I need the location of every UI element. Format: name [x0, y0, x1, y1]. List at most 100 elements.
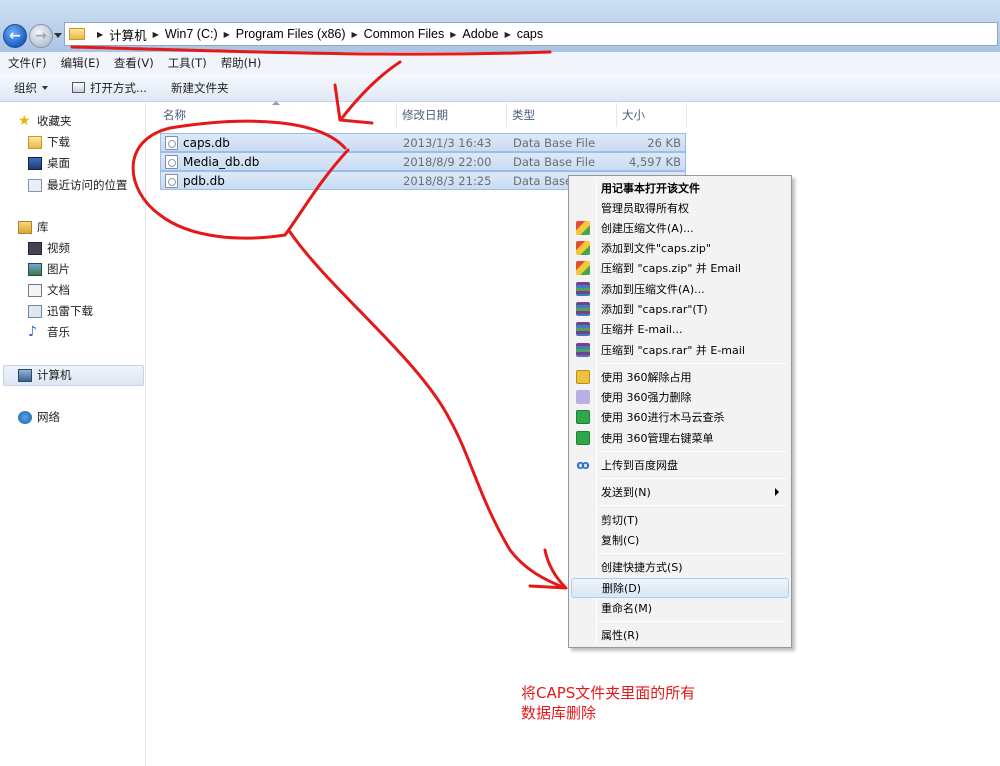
- file-modified: 2013/1/3 16:43: [403, 135, 492, 150]
- sidebar-item-computer[interactable]: 计算机: [18, 366, 72, 384]
- breadcrumb-chevron-icon[interactable]: ▶: [505, 30, 511, 39]
- sidebar-item-libraries[interactable]: 库: [18, 218, 49, 236]
- menu-label: 上传到百度网盘: [601, 459, 678, 472]
- menu-label: 添加到压缩文件(A)...: [601, 283, 705, 296]
- breadcrumb-chevron-icon[interactable]: ▶: [352, 30, 358, 39]
- 360-security-icon: [576, 410, 590, 424]
- winzip-icon: [576, 221, 590, 235]
- menu-item-rename[interactable]: 重命名(M): [571, 598, 789, 618]
- 360-unlock-icon: [576, 370, 590, 384]
- breadcrumb-drive[interactable]: Win7 (C:): [165, 27, 218, 41]
- menu-item-create-archive[interactable]: 创建压缩文件(A)...: [571, 218, 789, 238]
- breadcrumb-adobe[interactable]: Adobe: [462, 27, 498, 41]
- menu-item-properties[interactable]: 属性(R): [571, 625, 789, 645]
- menu-label: 添加到文件"caps.zip": [601, 242, 711, 255]
- file-name-cell: Media_db.db: [161, 154, 397, 169]
- menu-label: 创建压缩文件(A)...: [601, 222, 694, 235]
- menu-tools[interactable]: 工具(T): [168, 55, 207, 71]
- menu-item-create-shortcut[interactable]: 创建快捷方式(S): [571, 557, 789, 577]
- annotation-note: 将CAPS文件夹里面的所有 数据库删除: [521, 683, 695, 723]
- breadcrumb: ▶ 计算机 ▶ Win7 (C:) ▶ Program Files (x86) …: [93, 25, 543, 44]
- back-arrow-icon: ←: [9, 28, 21, 44]
- menu-label: 添加到 "caps.rar"(T): [601, 303, 708, 316]
- sidebar-item-downloads[interactable]: 下载: [28, 133, 70, 151]
- menu-item-360-scan[interactable]: 使用 360进行木马云查杀: [571, 407, 789, 427]
- breadcrumb-computer[interactable]: 计算机: [109, 25, 147, 44]
- sidebar-item-music[interactable]: ♪ 音乐: [28, 323, 70, 341]
- open-with-label: 打开方式...: [90, 80, 147, 95]
- menu-view[interactable]: 查看(V): [114, 55, 154, 71]
- sidebar-label: 桌面: [47, 156, 70, 170]
- libraries-icon: [18, 220, 32, 234]
- menu-item-360-force-delete[interactable]: 使用 360强力删除: [571, 387, 789, 407]
- column-header-name[interactable]: 名称: [147, 103, 397, 127]
- breadcrumb-chevron-icon[interactable]: ▶: [224, 30, 230, 39]
- menu-separator: [599, 363, 787, 364]
- menu-item-copy[interactable]: 复制(C): [571, 530, 789, 550]
- menu-item-cut[interactable]: 剪切(T): [571, 510, 789, 530]
- column-header-size[interactable]: 大小: [617, 103, 687, 127]
- breadcrumb-caps[interactable]: caps: [517, 27, 543, 41]
- menu-item-360-manage[interactable]: 使用 360管理右键菜单: [571, 428, 789, 448]
- breadcrumb-program-files[interactable]: Program Files (x86): [236, 27, 346, 41]
- organize-button[interactable]: 组织: [14, 80, 48, 96]
- address-bar[interactable]: ▶ 计算机 ▶ Win7 (C:) ▶ Program Files (x86) …: [64, 22, 998, 46]
- menu-file[interactable]: 文件(F): [8, 55, 47, 71]
- breadcrumb-chevron-icon[interactable]: ▶: [450, 30, 456, 39]
- breadcrumb-chevron-icon[interactable]: ▶: [153, 30, 159, 39]
- menu-edit[interactable]: 编辑(E): [61, 55, 100, 71]
- menu-help[interactable]: 帮助(H): [221, 55, 262, 71]
- breadcrumb-common-files[interactable]: Common Files: [364, 27, 445, 41]
- videos-icon: [28, 241, 42, 255]
- recent-pages-dropdown[interactable]: [54, 33, 62, 38]
- sidebar-item-network[interactable]: 网络: [18, 408, 60, 426]
- menu-label: 重命名(M): [601, 602, 653, 615]
- menu-item-add-to-zip[interactable]: 添加到文件"caps.zip": [571, 238, 789, 258]
- file-row[interactable]: caps.db 2013/1/3 16:43 Data Base File 26…: [160, 133, 686, 152]
- menu-separator: [599, 505, 787, 506]
- sidebar-label: 文档: [47, 283, 70, 297]
- column-header-modified[interactable]: 修改日期: [397, 103, 507, 127]
- column-header-type[interactable]: 类型: [507, 103, 617, 127]
- menu-item-add-archive[interactable]: 添加到压缩文件(A)...: [571, 279, 789, 299]
- sidebar-item-desktop[interactable]: 桌面: [28, 154, 70, 172]
- sidebar-item-pictures[interactable]: 图片: [28, 260, 70, 278]
- menu-item-send-to[interactable]: 发送到(N): [571, 482, 789, 502]
- menu-item-compress-email[interactable]: 压缩并 E-mail...: [571, 319, 789, 339]
- winrar-icon: [576, 302, 590, 316]
- menu-item-add-to-rar[interactable]: 添加到 "caps.rar"(T): [571, 299, 789, 319]
- breadcrumb-chevron-icon[interactable]: ▶: [97, 30, 103, 39]
- menu-item-open-notepad[interactable]: 用记事本打开该文件: [571, 178, 789, 198]
- forward-button[interactable]: →: [29, 24, 53, 48]
- menu-item-rar-email[interactable]: 压缩到 "caps.rar" 并 E-mail: [571, 340, 789, 360]
- back-button[interactable]: ←: [3, 24, 27, 48]
- sidebar-item-favorites[interactable]: ★ 收藏夹: [18, 112, 72, 130]
- new-folder-button[interactable]: 新建文件夹: [171, 80, 229, 96]
- open-with-button[interactable]: 打开方式...: [72, 80, 147, 96]
- file-type: Data Base File: [513, 135, 596, 150]
- context-menu: 用记事本打开该文件 管理员取得所有权 创建压缩文件(A)... 添加到文件"ca…: [568, 175, 792, 648]
- menu-label: 管理员取得所有权: [601, 202, 689, 215]
- sidebar-item-documents[interactable]: 文档: [28, 281, 70, 299]
- sidebar-item-thunder[interactable]: 迅雷下载: [28, 302, 93, 320]
- menu-item-take-ownership[interactable]: 管理员取得所有权: [571, 198, 789, 218]
- menu-item-delete[interactable]: 删除(D): [571, 578, 789, 598]
- file-type: Data Base File: [513, 154, 596, 169]
- menu-item-zip-email[interactable]: 压缩到 "caps.zip" 并 Email: [571, 258, 789, 278]
- sidebar-item-videos[interactable]: 视频: [28, 239, 70, 257]
- winzip-icon: [576, 241, 590, 255]
- annotation-note-line: 数据库删除: [521, 704, 597, 722]
- file-modified: 2018/8/9 22:00: [403, 154, 492, 169]
- file-row[interactable]: Media_db.db 2018/8/9 22:00 Data Base Fil…: [160, 152, 686, 171]
- menu-label: 使用 360进行木马云查杀: [601, 411, 725, 424]
- file-modified: 2018/8/3 21:25: [403, 173, 492, 188]
- pictures-icon: [28, 262, 42, 276]
- menu-item-360-unlock[interactable]: 使用 360解除占用: [571, 367, 789, 387]
- sidebar-label: 图片: [47, 262, 70, 276]
- menu-item-baidu-upload[interactable]: ꝏ 上传到百度网盘: [571, 455, 789, 475]
- computer-icon: [18, 368, 32, 382]
- winzip-icon: [576, 261, 590, 275]
- menu-separator: [599, 553, 787, 554]
- sidebar-item-recent[interactable]: 最近访问的位置: [28, 176, 128, 194]
- file-size: 26 KB: [647, 135, 681, 150]
